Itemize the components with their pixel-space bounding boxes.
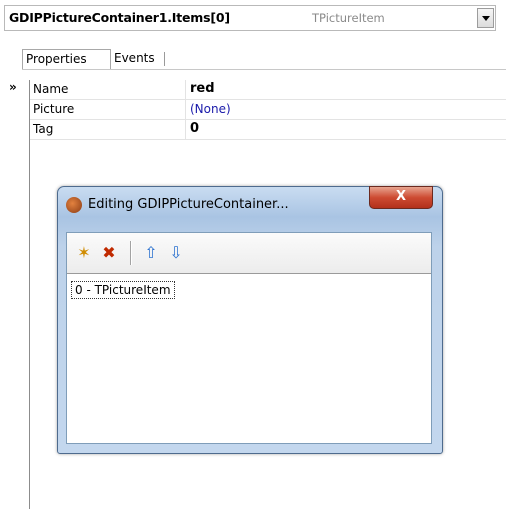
- move-up-icon[interactable]: ⇧: [140, 243, 162, 263]
- move-down-icon[interactable]: ⇩: [165, 243, 187, 263]
- tab-events[interactable]: Events: [111, 49, 169, 69]
- property-name: Picture: [33, 102, 75, 116]
- property-name: Name: [33, 82, 69, 96]
- add-new-icon[interactable]: ✶: [73, 243, 95, 263]
- grid-gutter-divider: [29, 80, 30, 509]
- list-item[interactable]: 0 - TPictureItem: [71, 281, 175, 299]
- property-row-name[interactable]: Name red: [30, 80, 506, 100]
- property-value[interactable]: (None): [190, 102, 231, 116]
- property-value[interactable]: red: [190, 81, 215, 96]
- object-name: GDIPPictureContainer1.Items[0]: [9, 10, 230, 25]
- property-value[interactable]: 0: [190, 121, 199, 136]
- row-pointer-icon: »: [9, 80, 17, 94]
- column-divider: [185, 80, 186, 99]
- app-icon: [66, 197, 82, 213]
- close-button[interactable]: X: [369, 186, 433, 209]
- property-grid: Name red Picture (None) Tag 0: [30, 80, 506, 140]
- delete-icon[interactable]: ✖: [98, 243, 120, 263]
- property-name: Tag: [33, 122, 54, 136]
- property-row-tag[interactable]: Tag 0: [30, 120, 506, 140]
- object-type: TPictureItem: [312, 11, 385, 25]
- column-divider: [185, 100, 186, 119]
- collection-editor-dialog: Editing GDIPPictureContainer... X ✶ ✖ ⇧ …: [57, 186, 443, 454]
- property-row-picture[interactable]: Picture (None): [30, 100, 506, 120]
- toolbar: ✶ ✖ ⇧ ⇩: [67, 233, 431, 274]
- dialog-client-area: ✶ ✖ ⇧ ⇩ 0 - TPictureItem: [66, 232, 432, 444]
- dialog-title: Editing GDIPPictureContainer...: [88, 197, 289, 212]
- dropdown-arrow-button[interactable]: [477, 8, 494, 28]
- toolbar-separator: [130, 241, 131, 265]
- tab-divider: [22, 69, 506, 70]
- column-divider: [185, 120, 186, 139]
- tab-properties[interactable]: Properties: [22, 49, 111, 69]
- object-selector[interactable]: GDIPPictureContainer1.Items[0] TPictureI…: [4, 5, 496, 31]
